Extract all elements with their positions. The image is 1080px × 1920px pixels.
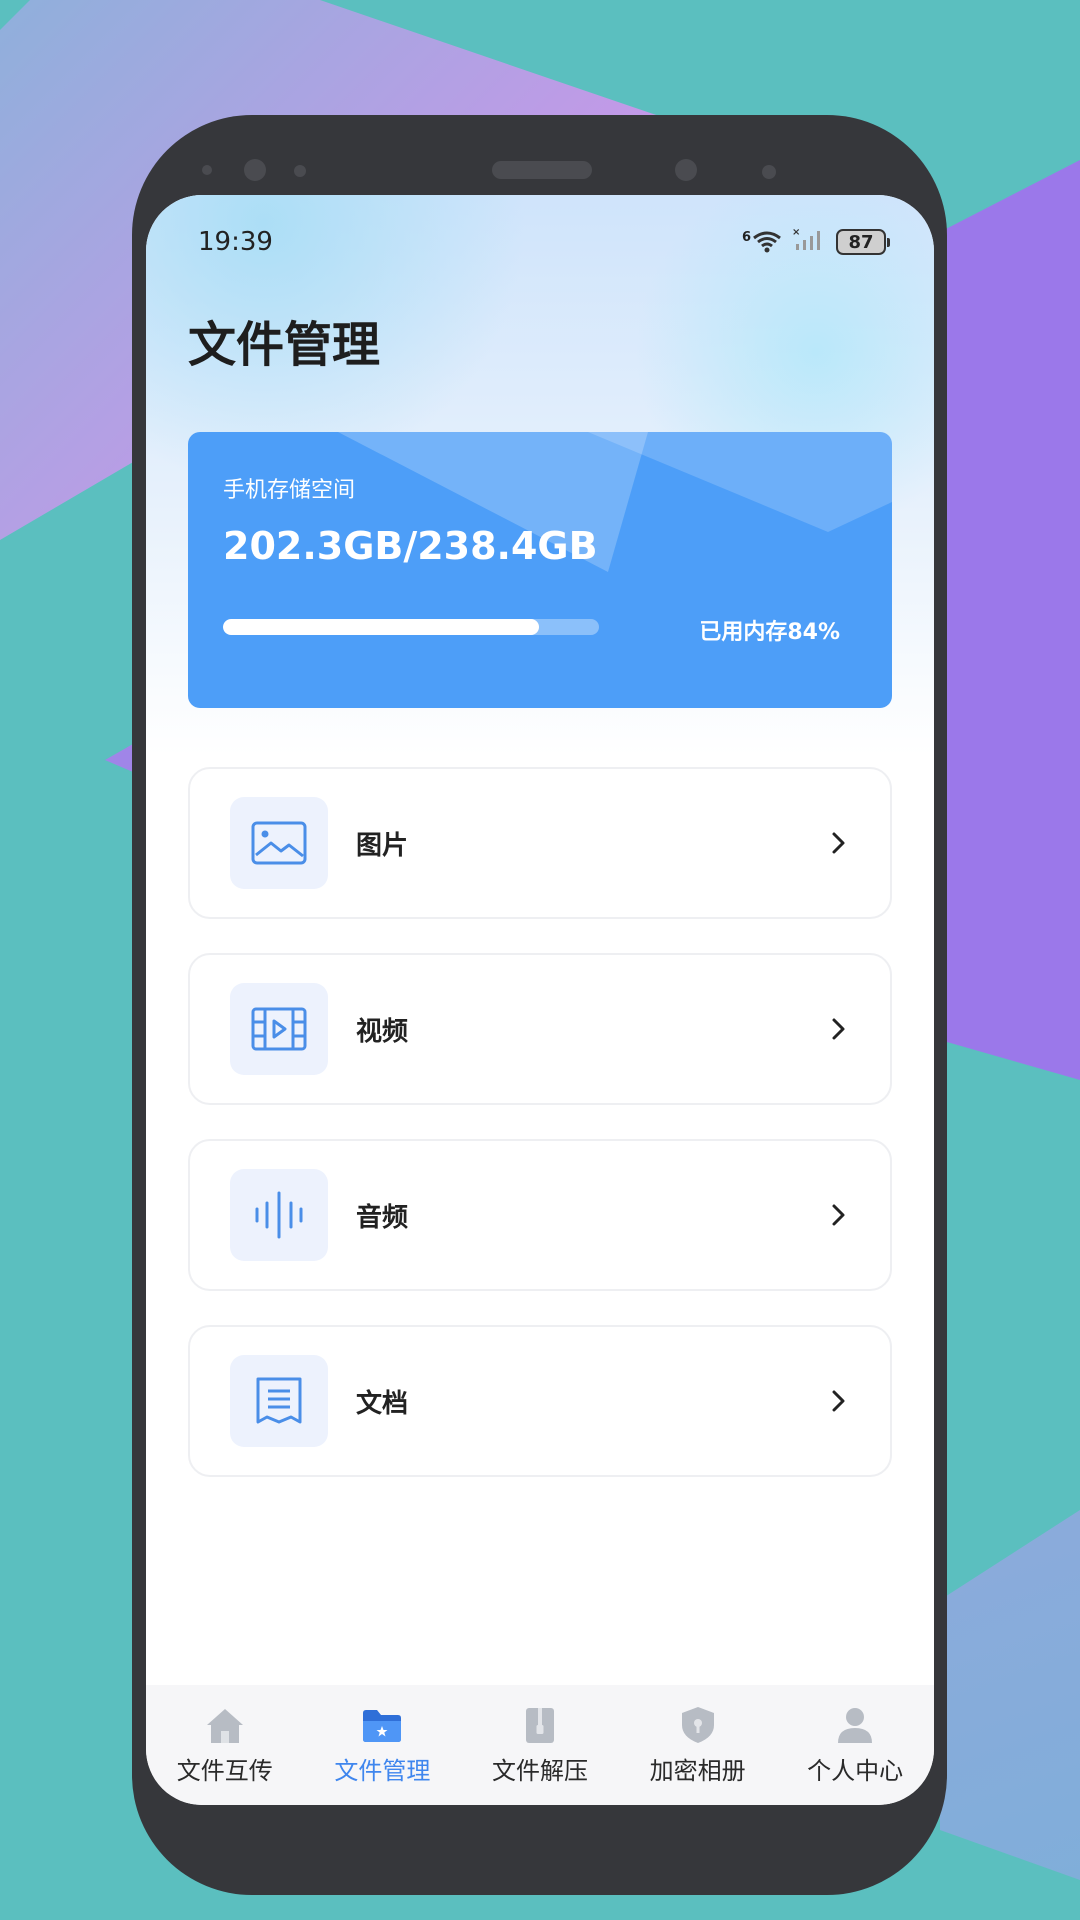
chevron-right-icon	[832, 832, 845, 854]
user-icon	[838, 1707, 873, 1743]
phone-screen: 19:39 6 × 87 文件管理 手机存储空间 202.3GB/238.4GB…	[146, 195, 934, 1805]
tab-file-management[interactable]: 文件管理	[307, 1705, 457, 1786]
network-badge: 6	[741, 230, 751, 245]
tab-label: 文件解压	[491, 1756, 588, 1785]
storage-card[interactable]: 手机存储空间 202.3GB/238.4GB 已用内存84%	[188, 432, 892, 708]
storage-label: 手机存储空间	[223, 478, 356, 503]
battery-indicator: 87	[836, 229, 890, 255]
shield-icon	[681, 1706, 714, 1743]
wifi-icon: 6	[742, 230, 782, 254]
list-item-label: 音频	[356, 1202, 409, 1233]
chevron-right-icon	[832, 1204, 845, 1226]
tab-label: 加密相册	[649, 1756, 746, 1785]
signal-icon: ×	[792, 226, 826, 259]
audio-icon	[230, 1169, 328, 1261]
earpiece-speaker	[492, 161, 592, 179]
tab-profile[interactable]: 个人中心	[780, 1705, 930, 1786]
sensor-dot	[202, 165, 212, 175]
chevron-right-icon	[832, 1390, 845, 1412]
tab-label: 文件管理	[334, 1756, 431, 1785]
tab-file-unzip[interactable]: 文件解压	[465, 1705, 615, 1786]
camera-lens	[675, 159, 697, 181]
svg-text:×: ×	[792, 227, 800, 238]
list-item-label: 图片	[356, 830, 409, 861]
tab-label: 个人中心	[807, 1756, 904, 1785]
list-item-label: 视频	[356, 1016, 409, 1047]
sensor-dot	[294, 165, 306, 177]
video-icon	[230, 983, 328, 1075]
folder-icon	[363, 1709, 402, 1742]
storage-value: 202.3GB/238.4GB	[223, 524, 598, 568]
status-icons: 6 × 87	[742, 226, 890, 259]
list-item-label: 文档	[356, 1388, 409, 1419]
tab-file-transfer[interactable]: 文件互传	[150, 1705, 300, 1786]
home-icon	[206, 1708, 243, 1743]
zip-icon	[525, 1707, 554, 1743]
list-item-videos[interactable]: 视频	[188, 953, 892, 1105]
list-item-documents[interactable]: 文档	[188, 1325, 892, 1477]
bottom-tab-bar: 文件互传 文件管理 文件解压 加密相册 个人中心	[146, 1685, 934, 1805]
chevron-right-icon	[832, 1018, 845, 1040]
storage-progress-bar	[223, 619, 599, 635]
page-title: 文件管理	[188, 317, 381, 373]
camera-lens	[244, 159, 266, 181]
sensor-dot	[762, 165, 776, 179]
status-bar: 19:39 6 × 87	[146, 217, 934, 267]
tab-encrypted-album[interactable]: 加密相册	[623, 1705, 773, 1786]
status-time: 19:39	[198, 227, 273, 257]
category-list: 图片 视频 音频 文档	[188, 767, 892, 1511]
document-icon	[230, 1355, 328, 1447]
tab-label: 文件互传	[176, 1756, 273, 1785]
image-icon	[230, 797, 328, 889]
storage-used-text: 已用内存84%	[699, 620, 840, 645]
storage-progress-fill	[223, 619, 539, 635]
list-item-audio[interactable]: 音频	[188, 1139, 892, 1291]
list-item-images[interactable]: 图片	[188, 767, 892, 919]
